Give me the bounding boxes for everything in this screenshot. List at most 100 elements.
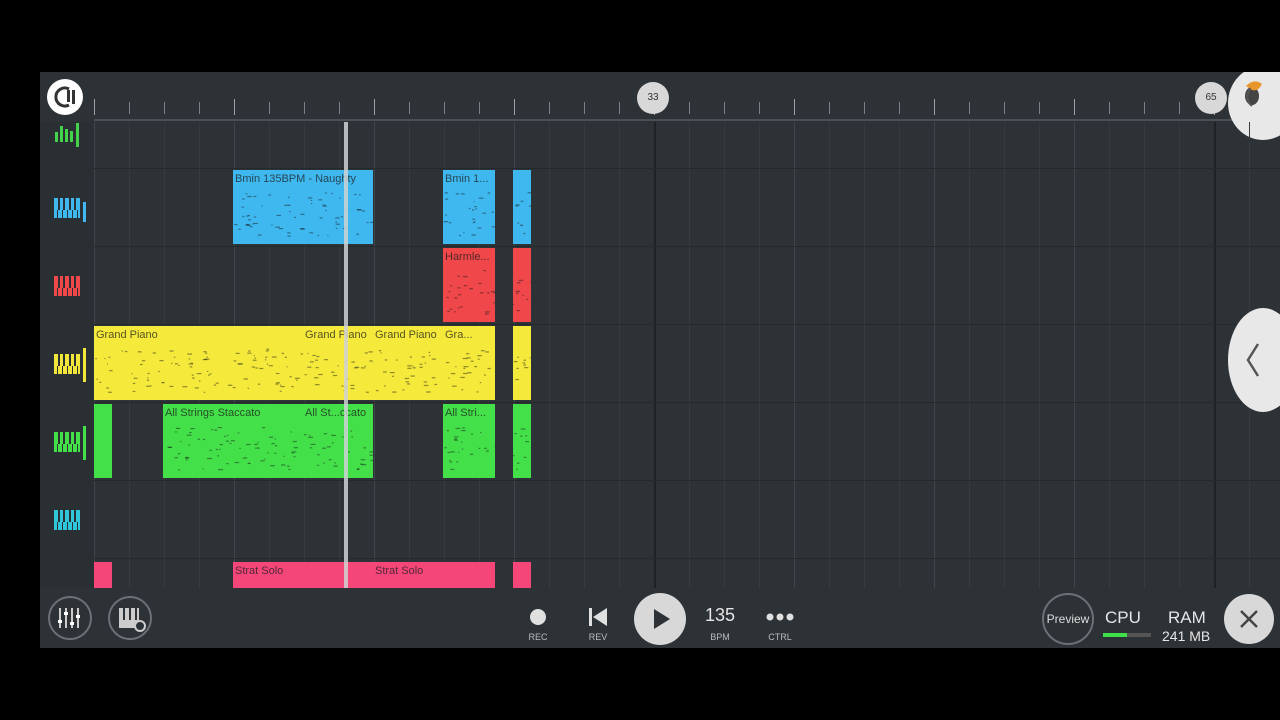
ruler-tick xyxy=(1179,102,1180,114)
note-pattern xyxy=(303,348,373,394)
grid-line xyxy=(584,122,585,588)
ruler-tick xyxy=(94,99,95,115)
ruler-tick xyxy=(724,102,725,114)
lane-separator xyxy=(94,168,1280,169)
grid-line xyxy=(969,122,970,588)
pattern-clip[interactable] xyxy=(94,404,112,478)
ruler-tick xyxy=(1004,102,1005,114)
grid-line xyxy=(759,122,760,588)
ruler-tick xyxy=(514,99,515,115)
ruler-baseline xyxy=(94,119,1280,121)
pattern-clip[interactable] xyxy=(513,248,531,322)
grid-line xyxy=(689,122,690,588)
level-meter-icon[interactable] xyxy=(46,122,90,156)
note-pattern xyxy=(443,192,495,238)
ruler-tick xyxy=(829,102,830,114)
pattern-clip-strings[interactable]: All Stri... xyxy=(443,404,495,478)
ruler-tick xyxy=(759,102,760,114)
ruler-tick xyxy=(269,102,270,114)
ram-label: RAM xyxy=(1168,608,1206,627)
pattern-clip[interactable] xyxy=(513,326,531,400)
bar-marker-65[interactable]: 65 xyxy=(1195,82,1227,114)
piano-keys-icon[interactable] xyxy=(46,426,90,460)
note-pattern xyxy=(94,348,303,394)
ruler-tick xyxy=(969,102,970,114)
playhead[interactable] xyxy=(344,122,348,588)
lane-separator xyxy=(94,558,1280,559)
grid-line xyxy=(899,122,900,588)
ram-value: 241 MB xyxy=(1162,628,1211,644)
pattern-clip[interactable] xyxy=(513,562,531,588)
ruler-tick xyxy=(1144,102,1145,114)
cpu-meter xyxy=(1103,633,1151,637)
piano-settings-icon[interactable] xyxy=(108,596,152,640)
play-icon xyxy=(654,609,670,629)
rewind-label: REV xyxy=(588,632,608,642)
pattern-clip-grand-piano[interactable]: Gra... xyxy=(443,326,495,400)
ruler-tick xyxy=(129,102,130,114)
ruler-tick xyxy=(444,102,445,114)
ruler-tick xyxy=(199,102,200,114)
transport-bar: REC REV 135 BPM CTRL Preview CPU RAM 241… xyxy=(40,588,1280,648)
ruler-tick xyxy=(1039,102,1040,114)
pattern-clip-grand-piano[interactable]: Grand Piano xyxy=(303,326,373,400)
playlist-area[interactable]: Bmin 135BPM - Naughty Bmin 1... Harmle..… xyxy=(94,122,1280,588)
pattern-clip-bmin[interactable]: Bmin 135BPM - Naughty xyxy=(233,170,373,244)
record-button[interactable] xyxy=(513,604,563,631)
pattern-clip-bmin[interactable]: Bmin 1... xyxy=(443,170,495,244)
piano-keys-icon[interactable] xyxy=(46,348,90,382)
pattern-clip-grand-piano[interactable]: Grand Piano xyxy=(373,326,443,400)
clip-label: Strat Solo xyxy=(235,565,284,577)
fl-logo-icon[interactable] xyxy=(47,79,83,115)
pattern-clip-strings[interactable]: All Strings Staccato xyxy=(163,404,303,478)
note-pattern xyxy=(513,192,531,238)
grid-line xyxy=(549,122,550,588)
grid-line xyxy=(829,122,830,588)
piano-keys-icon[interactable] xyxy=(46,270,90,304)
tempo-value[interactable]: 135 xyxy=(695,605,745,626)
rewind-button[interactable] xyxy=(573,604,623,631)
play-button[interactable] xyxy=(634,593,686,645)
ruler-tick xyxy=(409,102,410,114)
pattern-clip[interactable] xyxy=(513,404,531,478)
note-pattern xyxy=(443,270,495,316)
close-icon[interactable] xyxy=(1224,594,1274,644)
grid-line xyxy=(619,122,620,588)
preview-button[interactable]: Preview xyxy=(1042,593,1094,645)
timeline-ruler[interactable]: 33 65 xyxy=(40,72,1280,140)
cpu-label: CPU xyxy=(1105,608,1141,627)
clip-label: All Strings Staccato xyxy=(165,407,261,419)
clip-label: Bmin 1... xyxy=(445,173,489,185)
pattern-clip-strat-solo[interactable]: Strat Solo xyxy=(233,562,373,588)
grid-line xyxy=(1144,122,1145,588)
track-header-column xyxy=(40,122,94,588)
piano-keys-icon[interactable] xyxy=(46,192,90,226)
chevron-left-icon[interactable] xyxy=(1228,308,1280,412)
clip-label: Grand Piano xyxy=(96,329,158,341)
record-icon xyxy=(530,609,546,625)
clip-label: Strat Solo xyxy=(375,565,424,577)
pattern-clip[interactable] xyxy=(94,562,112,588)
pattern-clip[interactable] xyxy=(443,562,495,588)
note-pattern xyxy=(373,348,443,394)
clip-label: All Stri... xyxy=(445,407,486,419)
pattern-clip-strat-solo[interactable]: Strat Solo xyxy=(373,562,443,588)
lane-separator xyxy=(94,246,1280,247)
record-label: REC xyxy=(528,632,548,642)
pattern-clip-strings[interactable]: All St...ccato xyxy=(303,404,373,478)
clip-label: All St...ccato xyxy=(305,407,367,419)
more-button[interactable] xyxy=(755,604,805,631)
ruler-tick xyxy=(549,102,550,114)
grid-line xyxy=(934,122,935,588)
ruler-tick xyxy=(304,102,305,114)
pattern-clip-grand-piano[interactable]: Grand Piano xyxy=(94,326,303,400)
pattern-clip[interactable] xyxy=(513,170,531,244)
tempo-label: BPM xyxy=(710,632,730,642)
ruler-tick xyxy=(864,102,865,114)
grid-line xyxy=(1004,122,1005,588)
bar-marker-33[interactable]: 33 xyxy=(637,82,669,114)
lane-separator xyxy=(94,402,1280,403)
pattern-clip-harmle[interactable]: Harmle... xyxy=(443,248,495,322)
mixer-icon[interactable] xyxy=(48,596,92,640)
piano-keys-icon[interactable] xyxy=(46,504,90,538)
